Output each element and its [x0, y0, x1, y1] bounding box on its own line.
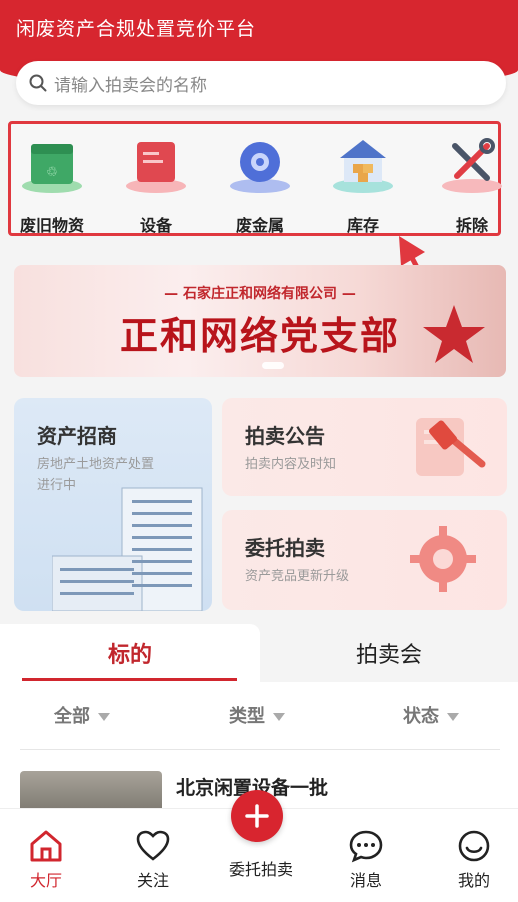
promo-banner[interactable]: — 石家庄正和网络有限公司 — 正和网络党支部 [14, 265, 506, 377]
card-title: 委托拍卖 [245, 536, 325, 560]
app-title: 闲废资产合规处置竞价平台 [16, 18, 257, 40]
tools-icon [442, 138, 502, 193]
star-icon [423, 305, 485, 363]
search-icon [29, 74, 47, 92]
home-icon [30, 830, 62, 862]
filter-all[interactable]: 全部 [54, 702, 110, 728]
category-demolition[interactable]: 拆除 [427, 134, 517, 236]
gavel-icon [416, 418, 486, 476]
tabbar-follow[interactable]: 关注 [113, 829, 193, 891]
tabbar-entrust-label[interactable]: 委托拍卖 [216, 856, 306, 880]
active-tab-underline [22, 678, 237, 681]
gear-icon [410, 526, 476, 592]
carousel-indicator[interactable] [262, 362, 284, 369]
smiley-icon [458, 830, 490, 862]
heart-icon [136, 830, 170, 861]
card-title: 拍卖公告 [245, 424, 325, 448]
tabbar-mine-label: 我的 [457, 871, 490, 890]
recycle-box-icon: ♲ [22, 144, 82, 193]
category-equipment[interactable]: 设备 [111, 134, 201, 236]
category-scrap-materials[interactable]: ♲ 废旧物资 [7, 134, 97, 236]
plus-icon [245, 804, 269, 828]
category-inventory[interactable]: 库存 [318, 134, 408, 236]
filter-type-label: 类型 [229, 706, 265, 727]
category-row: ♲ 废旧物资 设备 废金属 库存 拆除 [7, 121, 502, 236]
entrust-auction-fab[interactable] [231, 790, 283, 842]
caret-down-icon [273, 713, 285, 721]
card-subtitle: 资产竞品更新升级 [245, 569, 350, 584]
gear-metal-icon [230, 142, 290, 193]
caret-down-icon [98, 713, 110, 721]
chat-bubble-icon [349, 830, 383, 863]
entrust-auction-card[interactable]: 委托拍卖 资产竞品更新升级 [222, 510, 507, 610]
card-title: 资产招商 [37, 424, 117, 448]
category-label: 设备 [139, 216, 172, 235]
tabbar-mine[interactable]: 我的 [434, 829, 514, 891]
filter-status-label: 状态 [403, 706, 439, 727]
banner-subtitle: — 石家庄正和网络有限公司 — [164, 286, 356, 302]
asset-investment-card[interactable]: 资产招商 房地产土地资产处置 进行中 [14, 398, 212, 611]
equipment-icon [126, 142, 186, 193]
category-label: 废金属 [235, 216, 284, 235]
tabbar-messages[interactable]: 消息 [326, 829, 406, 891]
search-placeholder: 请输入拍卖会的名称 [54, 75, 207, 96]
filter-status[interactable]: 状态 [403, 702, 459, 728]
card-subtitle: 拍卖内容及时知 [245, 457, 337, 472]
filter-type[interactable]: 类型 [229, 702, 285, 728]
tabbar-follow-label: 关注 [136, 871, 169, 890]
building-icon [52, 487, 203, 611]
tab-targets[interactable]: 标的 [0, 624, 260, 682]
divider [20, 749, 500, 750]
auction-notice-card[interactable]: 拍卖公告 拍卖内容及时知 [222, 398, 507, 496]
list-item-thumbnail[interactable] [20, 771, 162, 811]
tabbar-home-label: 大厅 [29, 871, 62, 890]
tab-auctions[interactable]: 拍卖会 [260, 637, 518, 669]
tabbar-messages-label: 消息 [349, 871, 382, 890]
caret-down-icon [447, 713, 459, 721]
content-tabs: 标的 拍卖会 [0, 624, 518, 682]
category-scrap-metal[interactable]: 废金属 [215, 134, 305, 236]
search-bar[interactable]: 请输入拍卖会的名称 [16, 61, 506, 105]
tabbar-home[interactable]: 大厅 [6, 829, 86, 891]
svg-text:♲: ♲ [46, 165, 58, 180]
category-label: 废旧物资 [19, 216, 84, 235]
tab-targets-label: 标的 [107, 643, 152, 668]
filter-all-label: 全部 [54, 706, 90, 727]
warehouse-icon [333, 140, 393, 193]
